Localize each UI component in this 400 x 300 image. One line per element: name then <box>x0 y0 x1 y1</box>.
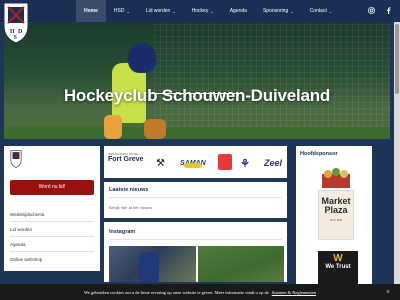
sponsor-saman-underline <box>184 163 202 168</box>
sponsor-fort-greve[interactable]: RESTAURANT HOTEL Fort Greve <box>108 152 143 174</box>
nav-item-lid-worden[interactable]: Lid worden ⌄ <box>138 0 184 22</box>
nav-label: Sponsoring <box>262 8 289 14</box>
hero-title: Hockeyclub Schouwen-Duiveland <box>63 86 331 105</box>
cookie-text: We gebruiken cookies om u de beste ervar… <box>84 289 269 295</box>
close-icon[interactable]: × <box>384 288 392 296</box>
hero-ground <box>4 127 390 139</box>
chevron-down-icon: ⌄ <box>328 8 333 14</box>
divider <box>10 221 94 222</box>
sidebar-link-lid-worden[interactable]: Lid worden <box>10 227 32 232</box>
sponsor-market-plaza[interactable]: Market Plaza Delh Bak <box>318 190 354 240</box>
logo-letter: D <box>18 29 23 35</box>
hero-banner: Hockeyclub Schouwen-Duiveland <box>4 23 390 139</box>
divider <box>10 251 94 252</box>
news-title: Laatste nieuws <box>109 187 149 193</box>
sponsor-hammer-logo[interactable]: ⚒ <box>156 152 165 174</box>
nav-label: Hockey <box>191 8 209 14</box>
sponsor-zeel[interactable]: Zeel <box>264 152 282 174</box>
we-trust-icon: W <box>333 253 343 264</box>
hero-divider <box>152 93 242 94</box>
news-more-link[interactable]: Bekijk hier al het nieuws <box>109 205 152 210</box>
hero-goalkeeper-helmet <box>128 43 156 73</box>
main-sponsor-card: Hoofdsponsor Market Plaza Delh Bak W We … <box>296 146 372 286</box>
page-scrollbar-thumb[interactable] <box>395 24 399 94</box>
instagram-title: Instagram <box>109 229 136 235</box>
sidebar-link-wedstrijdschema[interactable]: Wedstrijdschema <box>10 212 44 217</box>
sponsor-name: Fort Greve <box>108 156 144 163</box>
instagram-post[interactable] <box>109 246 196 282</box>
facebook-icon[interactable] <box>384 6 392 14</box>
nav-label: Lid worden <box>145 8 171 14</box>
sidebar-card: Word nu lid! Wedstrijdschema Lid worden … <box>4 146 100 271</box>
instagram-post[interactable] <box>198 246 284 282</box>
join-club-button[interactable]: Word nu lid! <box>10 180 94 195</box>
shopping-bag-icon <box>322 168 350 188</box>
chevron-down-icon: ⌄ <box>210 8 214 14</box>
sponsor-line: Delh Bak <box>329 218 343 222</box>
sponsor-red-logo[interactable] <box>218 154 232 170</box>
sponsor-swirl-logo[interactable]: ⚘ <box>240 152 250 174</box>
main-nav: Home HSD ⌄ Lid worden ⌄ Hockey ⌄ Agenda Spo… <box>76 0 340 22</box>
top-navigation-bar: Home HSD ⌄ Lid worden ⌄ Hockey ⌄ Agenda Spo… <box>0 0 400 22</box>
instagram-post-figure <box>139 252 159 282</box>
divider <box>109 197 282 198</box>
sponsor-line: We Trust <box>325 264 351 270</box>
hero-goalkeeper-pad <box>104 115 122 139</box>
cookie-policy-link[interactable]: Statuten & Reglementen <box>272 290 316 295</box>
cookie-banner: We gebruiken cookies om u de beste ervar… <box>0 284 400 300</box>
nav-item-home[interactable]: Home <box>76 0 106 22</box>
chevron-down-icon: ⌄ <box>126 8 130 14</box>
divider <box>10 236 94 237</box>
sponsor-we-trust[interactable]: W We Trust <box>318 251 358 286</box>
nav-item-sponsoring[interactable]: Sponsoring ⌄ <box>255 0 302 22</box>
sidebar-link-webshop[interactable]: Online webshop <box>10 257 42 262</box>
nav-item-hsd[interactable]: HSD ⌄ <box>106 0 138 22</box>
nav-label: Home <box>84 8 98 14</box>
sponsor-logo-strip: RESTAURANT HOTEL Fort Greve ⚒ SAMAN ⚘ Ze… <box>104 146 287 178</box>
nav-item-hockey[interactable]: Hockey ⌄ <box>184 0 222 22</box>
main-sponsor-title: Hoofdsponsor <box>300 151 338 157</box>
divider <box>109 239 282 240</box>
hero-goalkeeper-pad <box>144 119 166 139</box>
instagram-card: Instagram <box>104 222 287 282</box>
sponsor-saman[interactable]: SAMAN <box>180 152 206 174</box>
chevron-down-icon: ⌄ <box>290 8 294 14</box>
nav-label: Contact <box>309 8 327 14</box>
nav-label: HSD <box>113 8 125 14</box>
social-links <box>367 6 392 14</box>
instagram-icon[interactable] <box>367 6 375 14</box>
nav-label: Agenda <box>229 8 247 14</box>
nav-item-agenda[interactable]: Agenda <box>222 0 255 22</box>
club-logo[interactable]: H S D <box>3 2 29 44</box>
hero-background-net <box>154 23 390 139</box>
news-card: Laatste nieuws Bekijk hier al het nieuws <box>104 182 287 218</box>
sidebar-link-agenda[interactable]: Agenda <box>10 242 26 247</box>
nav-item-contact[interactable]: Contact ⌄ <box>302 0 341 22</box>
chevron-down-icon: ⌄ <box>172 8 176 14</box>
club-crest-icon <box>10 150 22 168</box>
sponsor-line: Plaza <box>324 205 348 215</box>
